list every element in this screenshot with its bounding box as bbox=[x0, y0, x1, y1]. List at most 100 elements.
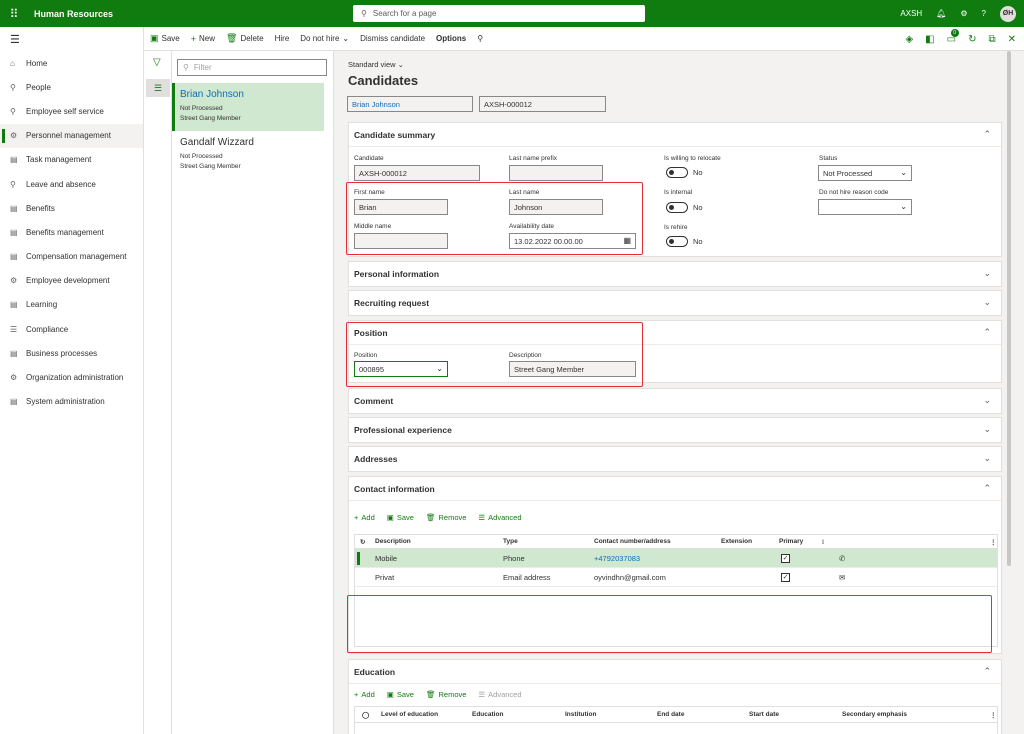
status-select[interactable]: Not Processed ⌄ bbox=[818, 165, 912, 181]
delete-button[interactable]: 🗑︎ Delete bbox=[226, 33, 264, 44]
sidebar-item-home[interactable]: ⌂ Home bbox=[0, 51, 143, 75]
search-input[interactable]: ⚲ Search for a page bbox=[353, 5, 645, 22]
list-item[interactable]: Brian Johnson Not Processed Street Gang … bbox=[172, 83, 324, 131]
sidebar-item-learning[interactable]: ▤ Learning bbox=[0, 293, 143, 317]
more-icon[interactable]: ⋮ bbox=[990, 535, 997, 548]
relocate-toggle[interactable] bbox=[666, 167, 688, 178]
column-secondary-emphasis[interactable]: Secondary emphasis bbox=[842, 707, 907, 722]
filter-icon[interactable]: ▽ bbox=[153, 57, 161, 68]
table-row[interactable]: Mobile Phone +4792037083 ✓ ✆ bbox=[355, 549, 997, 568]
sidebar-item-personnel-management[interactable]: ⚙ Personnel management bbox=[0, 123, 143, 148]
sidebar-item-task-management[interactable]: ▤ Task management bbox=[0, 148, 143, 172]
column-start-date[interactable]: Start date bbox=[749, 707, 779, 722]
sidebar-item-people[interactable]: ⚲ People bbox=[0, 75, 143, 99]
education-header[interactable]: Education ⌃ bbox=[349, 660, 1001, 684]
save-contact-button[interactable]: ▣ Save bbox=[387, 513, 414, 522]
notification-icon[interactable]: 🔔︎ bbox=[936, 9, 946, 18]
save-education-button[interactable]: ▣ Save bbox=[387, 690, 414, 699]
rehire-toggle[interactable] bbox=[666, 236, 688, 247]
action-search-button[interactable]: ⚲ bbox=[477, 34, 483, 43]
primary-checkbox[interactable]: ✓ bbox=[781, 553, 790, 563]
column-primary[interactable]: Primary bbox=[779, 535, 803, 548]
sidebar-item-benefits[interactable]: ▤ Benefits bbox=[0, 196, 143, 220]
open-new-window-icon[interactable]: ⧉ bbox=[988, 34, 995, 45]
help-icon[interactable]: ? bbox=[982, 9, 986, 18]
app-title[interactable]: Human Resources bbox=[34, 9, 113, 19]
add-contact-button[interactable]: + Add bbox=[354, 513, 375, 522]
relocate-value: No bbox=[693, 168, 703, 177]
column-extension[interactable]: Extension bbox=[721, 535, 752, 548]
options-tab[interactable]: Options bbox=[436, 34, 466, 43]
list-item[interactable]: Gandalf Wizzard Not Processed Street Gan… bbox=[172, 131, 324, 179]
sidebar-item-compliance[interactable]: ☰ Compliance bbox=[0, 317, 143, 341]
primary-checkbox[interactable]: ✓ bbox=[781, 572, 790, 582]
record-status: Not Processed bbox=[180, 153, 223, 160]
power-apps-icon[interactable]: ◈ bbox=[905, 34, 913, 45]
office-icon[interactable]: ◧ bbox=[925, 34, 934, 45]
avatar[interactable]: ØH bbox=[1000, 5, 1016, 22]
column-institution[interactable]: Institution bbox=[565, 707, 596, 722]
dnh-reason-select[interactable]: ⌄ bbox=[818, 199, 912, 215]
hire-button[interactable]: Hire bbox=[275, 34, 290, 43]
internal-toggle[interactable] bbox=[666, 202, 688, 213]
candidate-summary-header[interactable]: Candidate summary ⌃ bbox=[349, 123, 1001, 147]
add-education-button[interactable]: + Add bbox=[354, 690, 375, 699]
save-button[interactable]: ▣ Save bbox=[150, 33, 180, 44]
column-type[interactable]: Type bbox=[503, 535, 518, 548]
professional-experience-header[interactable]: Professional experience ⌄ bbox=[349, 418, 1001, 442]
refresh-icon[interactable]: ↻ bbox=[968, 34, 976, 45]
sidebar-item-business-processes[interactable]: ▤ Business processes bbox=[0, 341, 143, 365]
do-not-hire-button[interactable]: Do not hire ⌄ bbox=[300, 34, 349, 43]
candidate-field[interactable]: AXSH-000012 bbox=[354, 165, 480, 181]
sidebar-item-benefits-management[interactable]: ▤ Benefits management bbox=[0, 220, 143, 244]
row-contact[interactable]: +4792037083 bbox=[594, 549, 640, 567]
dismiss-candidate-button[interactable]: Dismiss candidate bbox=[360, 34, 425, 43]
phone-icon[interactable]: ✆ bbox=[839, 549, 845, 567]
app-launcher-icon[interactable]: ⠿ bbox=[0, 0, 28, 27]
close-icon[interactable]: ✕ bbox=[1008, 34, 1016, 45]
column-description[interactable]: Description bbox=[375, 535, 411, 548]
addresses-header[interactable]: Addresses ⌄ bbox=[349, 447, 1001, 471]
remove-education-button[interactable]: 🗑︎ Remove bbox=[426, 690, 466, 699]
sidebar-item-employee-self-service[interactable]: ⚲ Employee self service bbox=[0, 99, 143, 123]
sidebar-item-employee-development[interactable]: ⚙ Employee development bbox=[0, 269, 143, 293]
list-view-icon[interactable]: ☰ bbox=[146, 79, 170, 97]
select-all-radio[interactable]: ◯ bbox=[362, 707, 369, 722]
header-id-field[interactable]: AXSH-000012 bbox=[479, 96, 606, 112]
advanced-education-button[interactable]: ☰ Advanced bbox=[478, 690, 521, 699]
sidebar-item-system-administration[interactable]: ▤ System administration bbox=[0, 390, 143, 414]
row-type[interactable]: Phone bbox=[503, 549, 525, 567]
personal-information-header[interactable]: Personal information ⌄ bbox=[349, 262, 1001, 286]
row-type[interactable]: Email address bbox=[503, 568, 551, 586]
filter-input[interactable]: ⚲ Filter bbox=[177, 59, 327, 76]
column-end-date[interactable]: End date bbox=[657, 707, 684, 722]
recruiting-request-header[interactable]: Recruiting request ⌄ bbox=[349, 291, 1001, 315]
header-name-field[interactable]: Brian Johnson bbox=[347, 96, 473, 112]
settings-icon[interactable]: ⚙ bbox=[960, 9, 967, 18]
remove-contact-button[interactable]: 🗑︎ Remove bbox=[426, 513, 466, 522]
advanced-contact-button[interactable]: ☰ Advanced bbox=[478, 513, 521, 522]
scrollbar[interactable] bbox=[1007, 51, 1011, 566]
row-contact[interactable]: oyvindhn@gmail.com bbox=[594, 568, 666, 586]
comment-header[interactable]: Comment ⌄ bbox=[349, 389, 1001, 413]
row-description[interactable]: Privat bbox=[375, 568, 394, 586]
row-description[interactable]: Mobile bbox=[375, 549, 397, 567]
contact-information-header[interactable]: Contact information ⌃ bbox=[349, 477, 1001, 501]
view-selector[interactable]: Standard view ⌄ bbox=[348, 60, 404, 69]
hamburger-icon[interactable]: ☰ bbox=[0, 27, 143, 51]
company-picker[interactable]: AXSH bbox=[900, 9, 922, 18]
column-education[interactable]: Education bbox=[472, 707, 503, 722]
last-name-prefix-field[interactable] bbox=[509, 165, 603, 181]
section-title: Recruiting request bbox=[354, 298, 430, 308]
table-row[interactable]: Privat Email address oyvindhn@gmail.com … bbox=[355, 568, 997, 587]
column-level[interactable]: Level of education bbox=[381, 707, 438, 722]
column-contact[interactable]: Contact number/address bbox=[594, 535, 671, 548]
more-icon[interactable]: ⋮ bbox=[990, 707, 997, 722]
refresh-icon[interactable]: ↻ bbox=[360, 535, 365, 548]
mail-icon[interactable]: ✉ bbox=[839, 568, 845, 586]
sidebar-item-organization-administration[interactable]: ⚙ Organization administration bbox=[0, 365, 143, 389]
attachments-icon[interactable]: ▭ 0 bbox=[947, 28, 959, 45]
sidebar-item-compensation-management[interactable]: ▤ Compensation management bbox=[0, 245, 143, 269]
new-button[interactable]: + New bbox=[191, 34, 215, 44]
sidebar-item-leave-and-absence[interactable]: ⚲ Leave and absence bbox=[0, 172, 143, 196]
